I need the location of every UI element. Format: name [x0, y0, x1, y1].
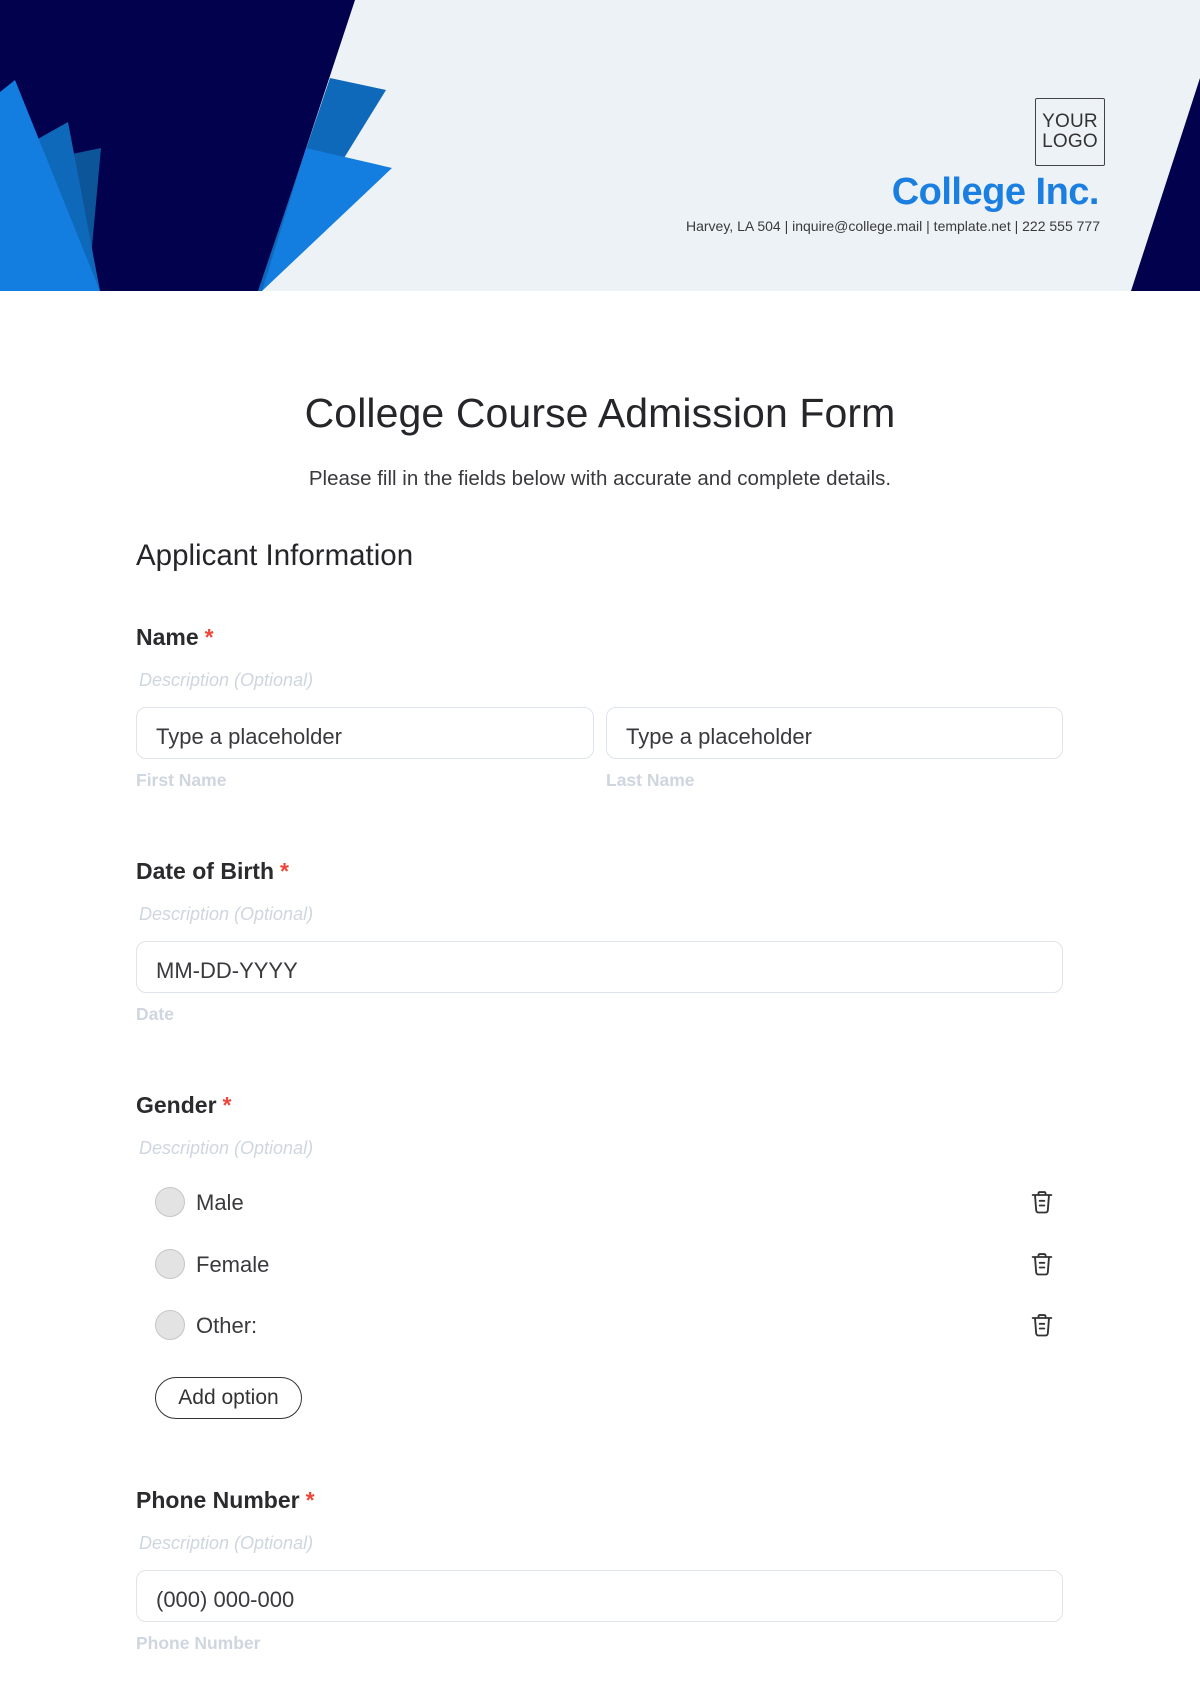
name-description[interactable]: Description (Optional)	[139, 670, 313, 691]
phone-sublabel: Phone Number	[136, 1633, 261, 1653]
dob-label-text: Date of Birth	[136, 858, 274, 884]
gender-description[interactable]: Description (Optional)	[139, 1138, 313, 1159]
dob-sublabel: Date	[136, 1004, 174, 1024]
logo-text-line2: LOGO	[1042, 131, 1098, 152]
gender-option-other[interactable]: Other:	[155, 1310, 1055, 1342]
required-mark: *	[305, 1487, 315, 1513]
decorative-banner-shapes	[0, 0, 1200, 291]
option-label[interactable]: Male	[196, 1190, 244, 1216]
radio-button[interactable]	[155, 1310, 185, 1340]
last-name-sublabel: Last Name	[606, 770, 695, 790]
section-title: Applicant Information	[136, 539, 414, 572]
radio-button[interactable]	[155, 1249, 185, 1279]
phone-label-text: Phone Number	[136, 1487, 300, 1513]
trash-icon[interactable]	[1028, 1311, 1056, 1339]
radio-button[interactable]	[155, 1187, 185, 1217]
dob-description[interactable]: Description (Optional)	[139, 904, 313, 925]
gender-option-male[interactable]: Male	[155, 1187, 1055, 1219]
first-name-sublabel: First Name	[136, 770, 227, 790]
name-label: Name *	[136, 624, 214, 651]
company-contact: Harvey, LA 504 | inquire@college.mail | …	[686, 218, 1100, 234]
company-name: College Inc.	[891, 171, 1100, 213]
logo-placeholder: YOUR LOGO	[1035, 98, 1105, 166]
option-label[interactable]: Other:	[196, 1313, 257, 1339]
letterhead-banner: YOUR LOGO College Inc. Harvey, LA 504 | …	[0, 0, 1200, 291]
phone-description[interactable]: Description (Optional)	[139, 1533, 313, 1554]
last-name-input[interactable]: Type a placeholder	[606, 707, 1063, 759]
option-label[interactable]: Female	[196, 1252, 269, 1278]
phone-input[interactable]: (000) 000-000	[136, 1570, 1063, 1622]
trash-icon[interactable]	[1028, 1188, 1056, 1216]
logo-text-line1: YOUR	[1042, 111, 1098, 132]
gender-label-text: Gender	[136, 1092, 217, 1118]
required-mark: *	[280, 858, 289, 884]
dob-label: Date of Birth *	[136, 858, 289, 885]
required-mark: *	[204, 624, 214, 650]
gender-option-female[interactable]: Female	[155, 1249, 1055, 1281]
trash-icon[interactable]	[1028, 1250, 1056, 1278]
name-label-text: Name	[136, 624, 199, 650]
required-mark: *	[222, 1092, 232, 1118]
navy-wedge-right	[1131, 78, 1200, 291]
dob-input[interactable]: MM-DD-YYYY	[136, 941, 1063, 993]
form-subtitle: Please fill in the fields below with acc…	[308, 467, 892, 490]
first-name-input[interactable]: Type a placeholder	[136, 707, 594, 759]
add-option-button[interactable]: Add option	[155, 1377, 302, 1419]
form-title: College Course Admission Form	[304, 390, 896, 436]
phone-label: Phone Number *	[136, 1487, 315, 1514]
gender-label: Gender *	[136, 1092, 231, 1119]
